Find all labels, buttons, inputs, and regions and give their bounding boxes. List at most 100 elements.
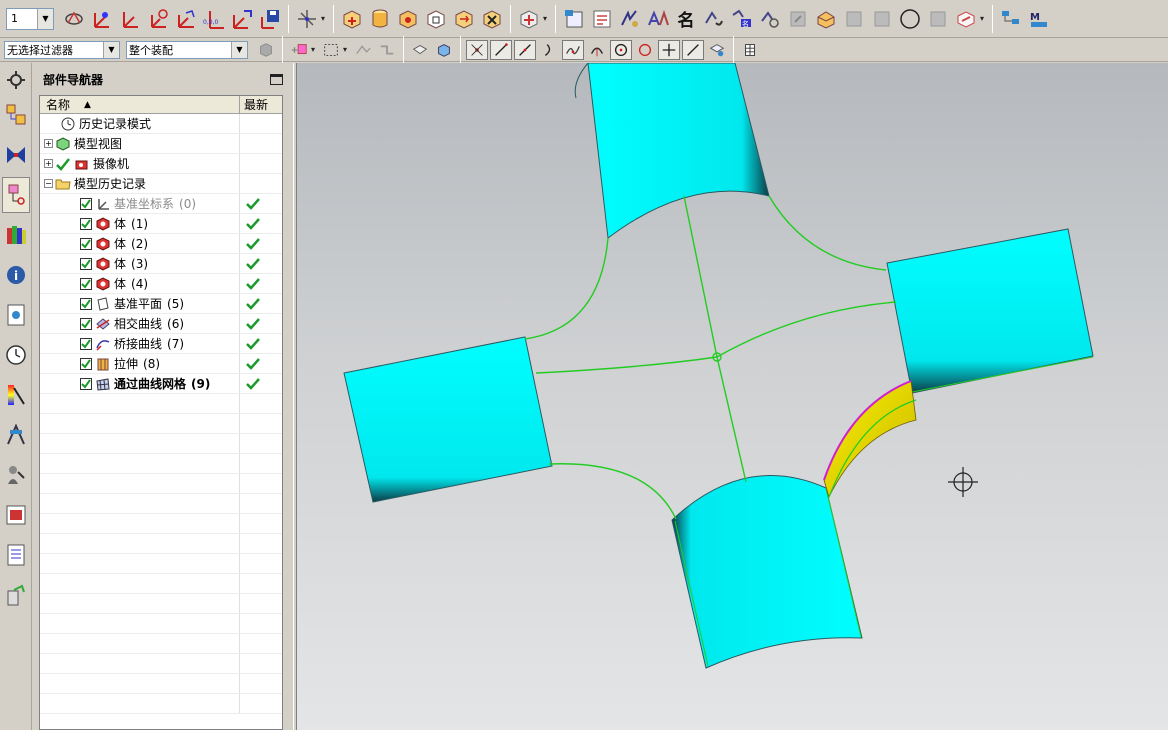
measure-angle-icon[interactable] [757,5,783,33]
layer-combo[interactable]: 1 ▼ [6,7,54,30]
visibility-checkbox[interactable] [80,317,92,330]
wcs-dynamic-icon[interactable] [89,5,115,33]
face-icon[interactable] [409,40,431,60]
wcs-origin-icon[interactable] [117,5,143,33]
clock-icon[interactable] [2,337,30,373]
latest-column-header[interactable]: 最新 [240,96,282,113]
tree-row-history-mode[interactable]: 历史记录模式 [40,114,282,134]
type-filter-select[interactable]: 无选择过滤器 ▼ [4,40,120,59]
snap-icon[interactable] [352,40,374,60]
body-top[interactable] [587,63,770,239]
snap-existing-point-icon[interactable] [466,39,488,60]
wcs-save-icon[interactable] [229,5,255,33]
tree-row-feature[interactable]: 拉伸 (8) [40,354,282,374]
snap-pole-icon[interactable] [706,40,728,60]
body-right[interactable] [886,228,1094,394]
display-wcs-icon[interactable] [294,5,320,33]
wcs-orient-icon[interactable] [61,5,87,33]
snap-intersection-icon[interactable] [562,39,584,60]
chevron-down-icon[interactable]: ▾ [543,14,551,23]
tree-row-feature[interactable]: 通过曲线网格 (9) [40,374,282,394]
roles-icon[interactable] [2,457,30,493]
expand-icon[interactable]: + [44,139,53,148]
body-left[interactable] [343,336,553,503]
attribute-icon[interactable] [645,5,671,33]
chevron-down-icon[interactable]: ▾ [311,45,319,54]
expand-icon[interactable]: + [44,159,53,168]
analysis-icon[interactable] [813,5,839,33]
name-column-header[interactable]: 名称 ▲ [40,96,240,113]
visibility-checkbox[interactable] [80,257,92,270]
snap-end-point-icon[interactable] [490,39,512,60]
structure-icon[interactable] [998,5,1024,33]
copy-object-icon[interactable] [423,5,449,33]
macro-icon[interactable]: M [1026,5,1052,33]
snap-point-on-curve-icon[interactable] [682,39,704,60]
visibility-checkbox[interactable] [80,377,92,390]
chevron-down-icon[interactable]: ▾ [321,14,329,23]
part-navigator-icon[interactable] [2,177,30,213]
tree-row-cameras[interactable]: + 摄像机 [40,154,282,174]
measure-distance-icon[interactable]: 名 [729,5,755,33]
maximize-icon[interactable] [270,73,283,85]
solid-body-icon[interactable] [433,40,455,60]
snap-on-curve-icon[interactable] [634,40,656,60]
visibility-checkbox[interactable] [80,197,92,210]
body-bottom[interactable] [671,475,863,669]
analysis-navigator-icon[interactable] [2,417,30,453]
gear-icon[interactable] [2,67,30,93]
history-palette-icon[interactable] [2,297,30,333]
visibility-checkbox[interactable] [80,277,92,290]
graphics-viewport[interactable] [297,63,1168,730]
snap-quadrant-icon[interactable] [610,39,632,60]
snap-feature-icon[interactable] [376,40,398,60]
chevron-down-icon[interactable]: ▾ [980,14,988,23]
delete-object-icon[interactable] [479,5,505,33]
intersection-curve[interactable] [683,195,747,483]
bridge-curve[interactable] [768,195,887,271]
disabled-tool-icon[interactable] [869,5,895,33]
collapse-icon[interactable]: − [44,179,53,188]
snap-mid-point-icon[interactable] [514,39,536,60]
snap-on-surface-icon[interactable] [658,39,680,60]
snap-arc-center-icon[interactable] [586,40,608,60]
visibility-checkbox[interactable] [80,297,92,310]
cylinder-icon[interactable] [367,5,393,33]
rectangle-select-icon[interactable] [320,40,342,60]
circle-icon[interactable] [897,5,923,33]
disabled-tool-icon[interactable] [785,5,811,33]
tree-row-feature[interactable]: 体 (3) [40,254,282,274]
assembly-icon[interactable] [516,5,542,33]
block-icon[interactable] [395,5,421,33]
hide-icon[interactable] [953,5,979,33]
wcs-rotate-icon[interactable] [145,5,171,33]
tree-row-feature[interactable]: 桥接曲线 (7) [40,334,282,354]
visibility-checkbox[interactable] [80,357,92,370]
wcs-axes-icon[interactable] [173,5,199,33]
table-icon[interactable] [739,40,761,60]
tree-row-feature[interactable]: 体 (4) [40,274,282,294]
move-object-icon[interactable] [339,5,365,33]
intersection-curve[interactable] [535,301,897,374]
transform-icon[interactable] [451,5,477,33]
bridge-curve[interactable] [548,463,677,520]
rename-icon[interactable] [701,5,727,33]
chevron-down-icon[interactable]: ▾ [343,45,351,54]
manufacturing-wizard-icon[interactable] [2,577,30,613]
reuse-library-icon[interactable] [2,217,30,253]
constraint-navigator-icon[interactable] [2,137,30,173]
name-button[interactable]: 名 [673,5,699,33]
mesh-surface[interactable] [823,380,917,499]
disabled-tool-icon[interactable] [925,5,951,33]
expression-icon[interactable] [617,5,643,33]
visibility-checkbox[interactable] [80,337,92,350]
tree-row-feature[interactable]: 基准坐标系 (0) [40,194,282,214]
tree-row-model-views[interactable]: + 模型视图 [40,134,282,154]
assembly-navigator-icon[interactable] [2,97,30,133]
object-info-icon[interactable] [589,5,615,33]
visibility-checkbox[interactable] [80,217,92,230]
bridge-curve[interactable] [524,237,609,340]
tree-row-feature[interactable]: 相交曲线 (6) [40,314,282,334]
save-wcs-icon[interactable] [257,5,283,33]
snap-control-point-icon[interactable] [538,40,560,60]
